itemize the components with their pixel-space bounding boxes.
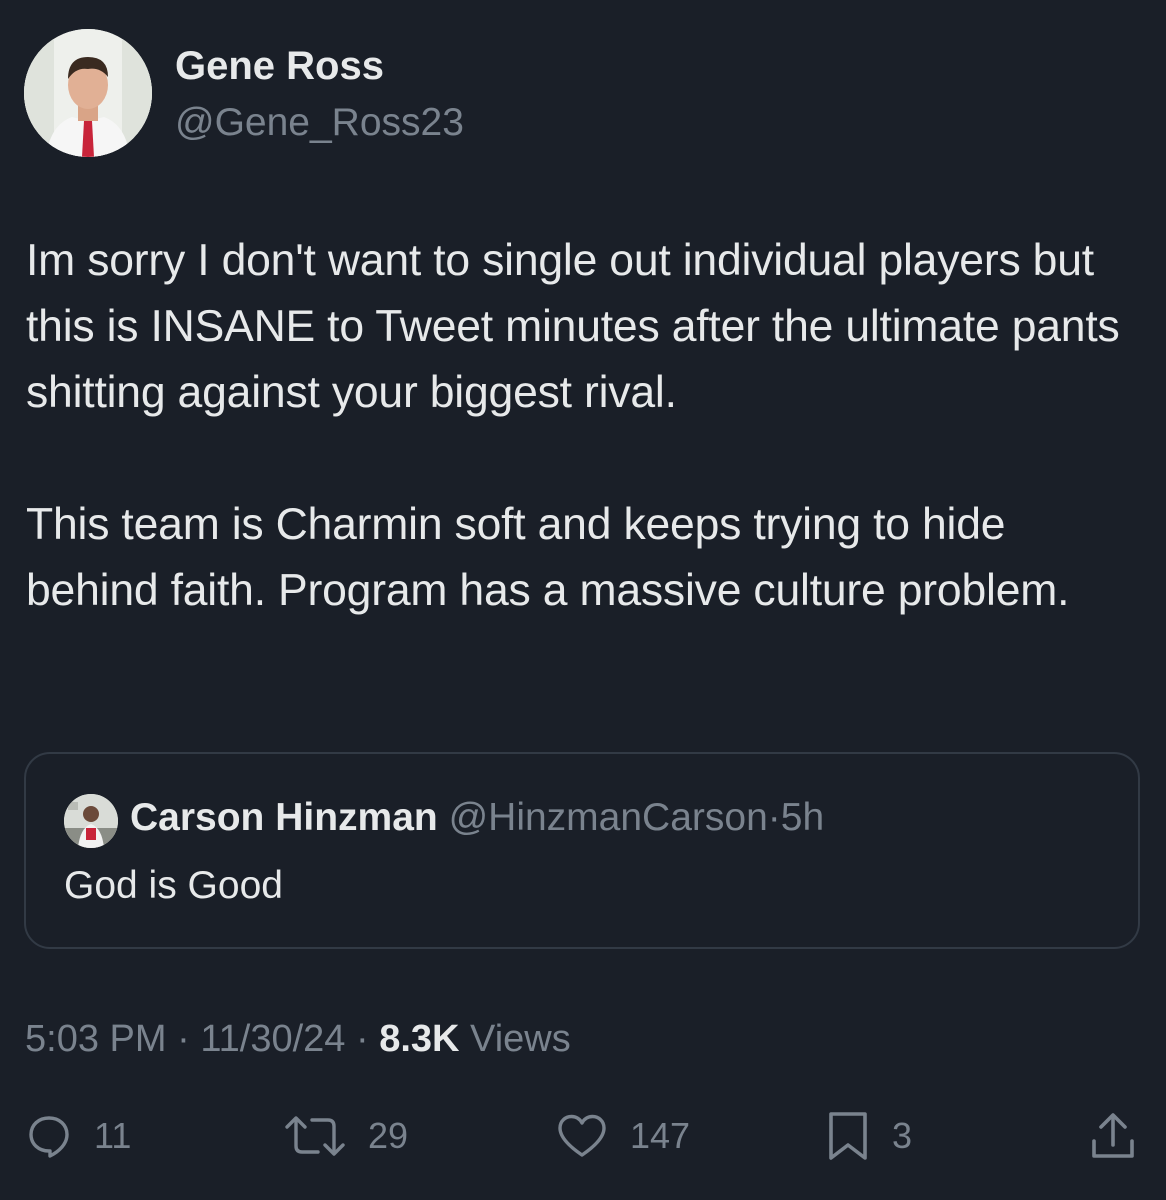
bookmark-button[interactable]: 3 [826, 1108, 912, 1164]
tweet-text: Im sorry I don't want to single out indi… [26, 228, 1146, 624]
tweet-detail: Gene Ross @Gene_Ross23 Im sorry I don't … [0, 0, 1166, 1200]
tweet-time: 5:03 PM [25, 1018, 167, 1060]
author-avatar[interactable] [24, 29, 152, 157]
like-button[interactable]: 147 [556, 1108, 690, 1164]
reply-button[interactable]: 11 [26, 1108, 131, 1164]
like-count: 147 [630, 1115, 691, 1156]
views-label: Views [470, 1018, 571, 1060]
tweet-paragraph: Im sorry I don't want to single out indi… [26, 236, 1120, 417]
author-name[interactable]: Gene Ross [175, 44, 384, 89]
separator-dot: · [355, 1018, 369, 1060]
reply-icon [26, 1113, 72, 1159]
quoted-tweet-text: God is Good [64, 864, 283, 907]
tweet-date: 11/30/24 [200, 1018, 346, 1060]
author-avatar-image [24, 29, 152, 157]
quoted-tweet-card[interactable]: Carson Hinzman @HinzmanCarson·5h God is … [24, 752, 1140, 949]
separator-dot: · [767, 796, 781, 839]
author-handle[interactable]: @Gene_Ross23 [175, 101, 464, 145]
tweet-meta: 5:03 PM · 11/30/24 · 8.3K Views [25, 1018, 571, 1061]
views-count: 8.3K [379, 1018, 460, 1060]
share-icon [1088, 1111, 1138, 1161]
quoted-author-handle[interactable]: @HinzmanCarson [449, 796, 768, 839]
heart-icon [556, 1113, 608, 1159]
share-button[interactable] [1088, 1108, 1138, 1164]
bookmark-icon [826, 1110, 870, 1162]
quoted-tweet-header: Carson Hinzman @HinzmanCarson·5h [130, 796, 824, 840]
separator-dot: · [177, 1018, 190, 1060]
retweet-icon [284, 1113, 346, 1159]
quoted-author-avatar [64, 794, 118, 848]
reply-count: 11 [94, 1115, 132, 1156]
quoted-author-name[interactable]: Carson Hinzman [130, 796, 438, 839]
retweet-count: 29 [368, 1115, 409, 1156]
retweet-button[interactable]: 29 [284, 1108, 408, 1164]
quoted-tweet-time: 5h [780, 796, 825, 839]
bookmark-count: 3 [892, 1115, 913, 1156]
tweet-paragraph: This team is Charmin soft and keeps tryi… [26, 500, 1070, 615]
quoted-avatar-image [64, 794, 118, 848]
